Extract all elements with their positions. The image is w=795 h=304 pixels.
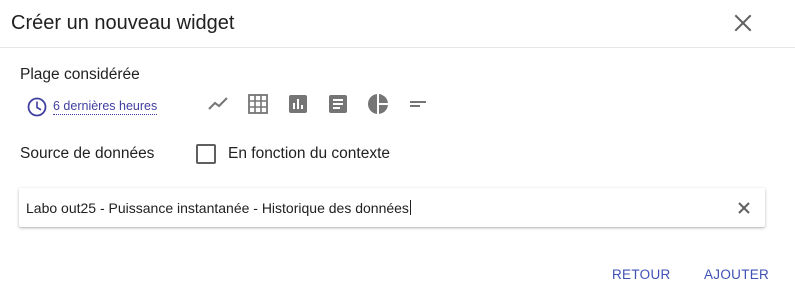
table-grid-icon xyxy=(248,94,268,114)
dialog-title: Créer un nouveau widget xyxy=(11,12,235,34)
create-widget-dialog: Créer un nouveau widget Plage considérée… xyxy=(0,0,795,304)
range-selector[interactable]: 6 dernières heures xyxy=(27,96,158,118)
clear-icon xyxy=(738,202,750,214)
source-input-value[interactable]: Labo out25 - Puissance instantanée - His… xyxy=(26,199,411,217)
pie-chart-icon xyxy=(367,94,388,114)
widget-type-table[interactable] xyxy=(246,92,270,116)
text-document-icon xyxy=(329,95,347,113)
back-button[interactable]: RETOUR xyxy=(612,266,671,284)
close-button[interactable] xyxy=(731,11,755,35)
close-icon xyxy=(734,14,752,32)
context-checkbox[interactable]: En fonction du contexte xyxy=(196,144,390,164)
widget-type-selector xyxy=(206,92,446,116)
widget-type-text[interactable] xyxy=(326,92,350,116)
clear-source-button[interactable] xyxy=(734,198,754,218)
context-checkbox-label[interactable]: En fonction du contexte xyxy=(228,145,390,163)
context-checkbox-box[interactable] xyxy=(196,144,216,164)
source-label: Source de données xyxy=(20,145,155,162)
widget-type-pie[interactable] xyxy=(366,92,390,116)
widget-type-short-text[interactable] xyxy=(406,92,430,116)
dialog-header: Créer un nouveau widget xyxy=(0,0,795,48)
bar-chart-icon xyxy=(289,95,307,113)
widget-type-line[interactable] xyxy=(206,92,230,116)
range-label: Plage considérée xyxy=(20,66,140,83)
text-cursor xyxy=(409,200,411,215)
add-button[interactable]: AJOUTER xyxy=(704,266,769,284)
line-chart-icon xyxy=(208,97,228,110)
source-input-text[interactable]: Labo out25 - Puissance instantanée - His… xyxy=(26,200,409,216)
short-text-icon xyxy=(410,101,426,107)
clock-icon xyxy=(27,97,47,117)
widget-type-bar[interactable] xyxy=(286,92,310,116)
range-value[interactable]: 6 dernières heures xyxy=(53,99,158,115)
source-input[interactable]: Labo out25 - Puissance instantanée - His… xyxy=(19,188,765,227)
